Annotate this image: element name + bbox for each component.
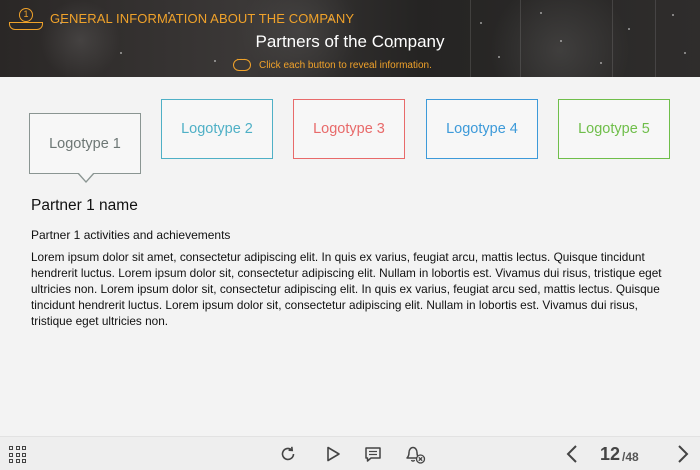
logo-button-1[interactable]: Logotype 1 <box>29 113 141 183</box>
chapter-title: GENERAL INFORMATION ABOUT THE COMPANY <box>50 11 355 26</box>
next-icon[interactable] <box>676 444 690 464</box>
header-bar: 1 GENERAL INFORMATION ABOUT THE COMPANY … <box>0 0 700 77</box>
chapter-number: 1 <box>19 8 33 22</box>
page-total: /48 <box>622 450 639 464</box>
replay-icon[interactable] <box>279 445 297 463</box>
logo-label: Logotype 4 <box>446 121 518 137</box>
logo-label: Logotype 3 <box>313 121 385 137</box>
hint-text: Click each button to reveal information. <box>259 59 432 71</box>
logo-label: Logotype 1 <box>49 135 121 152</box>
notes-icon[interactable] <box>364 446 382 463</box>
logo-button-5[interactable]: Logotype 5 <box>558 99 670 159</box>
partner-name: Partner 1 name <box>31 197 138 214</box>
audio-off-icon[interactable] <box>404 444 426 464</box>
hint: Click each button to reveal information. <box>233 54 432 73</box>
play-icon[interactable] <box>324 445 342 463</box>
page-title: Partners of the Company <box>255 32 445 51</box>
chapter-badge-icon: 1 <box>9 8 43 30</box>
chat-bubble-icon <box>233 54 251 71</box>
partner-description: Lorem ipsum dolor sit amet, consectetur … <box>31 250 662 328</box>
logo-label: Logotype 2 <box>181 121 253 137</box>
logo-button-2[interactable]: Logotype 2 <box>161 99 273 159</box>
menu-icon[interactable] <box>9 446 26 463</box>
player-footer: 12 /48 <box>0 436 700 470</box>
logo-button-4[interactable]: Logotype 4 <box>426 99 538 159</box>
logo-label: Logotype 5 <box>578 121 650 137</box>
partner-subtitle: Partner 1 activities and achievements <box>31 228 231 242</box>
page-current: 12 <box>600 444 621 464</box>
prev-icon[interactable] <box>565 444 579 464</box>
logo-button-3[interactable]: Logotype 3 <box>293 99 405 159</box>
